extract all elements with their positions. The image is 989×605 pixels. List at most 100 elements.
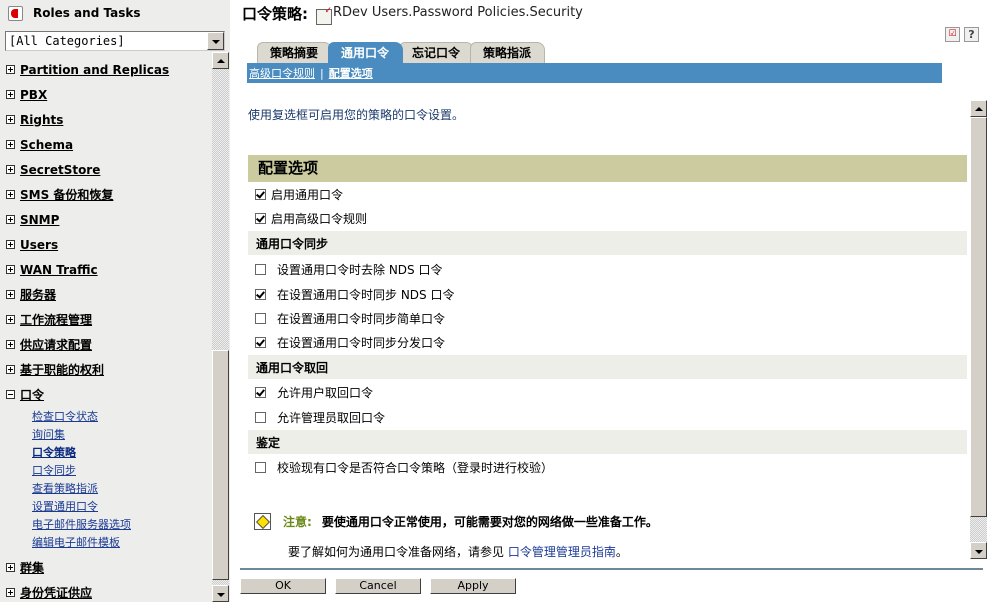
scroll-down-button[interactable] (970, 542, 987, 559)
tree-node-label[interactable]: 口令 (20, 386, 44, 403)
expand-icon[interactable] (6, 140, 15, 149)
admin-guide-link[interactable]: 口令管理管理员指南 (508, 545, 616, 559)
tree-node-label[interactable]: SNMP (20, 213, 59, 227)
tree-subitem-label[interactable]: 查看策略指派 (32, 480, 98, 496)
expand-icon[interactable] (6, 588, 15, 597)
tree-node-label[interactable]: Users (20, 238, 58, 252)
intro-text: 使用复选框可启用您的策略的口令设置。 (248, 108, 465, 122)
tab[interactable]: 通用口令 (328, 42, 404, 63)
category-dropdown-button[interactable] (207, 32, 224, 50)
tree-subitem-label[interactable]: 口令策略 (32, 444, 76, 460)
tree-subitem[interactable]: 询问集 (0, 425, 212, 443)
tree-node[interactable]: 群集 (0, 555, 212, 580)
password-policy-icon (316, 6, 332, 25)
tree-node[interactable]: 服务器 (0, 282, 212, 307)
tab[interactable]: 忘记口令 (399, 42, 475, 63)
tree-node-label[interactable]: Partition and Replicas (20, 63, 169, 77)
scroll-thumb[interactable] (212, 350, 229, 580)
subtab-advanced-rules[interactable]: 高级口令规则 (249, 65, 315, 81)
option-checkbox[interactable] (255, 336, 266, 348)
option-checkbox[interactable] (255, 386, 266, 398)
task-list-icon[interactable]: ☑ (945, 27, 960, 42)
tree-subitem[interactable]: 口令同步 (0, 461, 212, 479)
expand-icon[interactable] (6, 165, 15, 174)
tree-node-label[interactable]: 服务器 (20, 286, 56, 303)
option-checkbox[interactable] (255, 188, 266, 200)
tree-subitem-label[interactable]: 编辑电子邮件模板 (32, 534, 120, 550)
scroll-thumb[interactable] (970, 117, 987, 517)
tree-subitem[interactable]: 口令策略 (0, 443, 212, 461)
tree-node-label[interactable]: SMS 备份和恢复 (20, 186, 113, 203)
ok-button[interactable]: OK (240, 578, 326, 594)
tree-node-label[interactable]: WAN Traffic (20, 263, 98, 277)
expand-icon[interactable] (6, 90, 15, 99)
tree-node[interactable]: 身份凭证供应 (0, 580, 212, 605)
tree-node[interactable]: 口令 (0, 382, 212, 407)
tree-subitem[interactable]: 查看策略指派 (0, 479, 212, 497)
tree-subitem-label[interactable]: 电子邮件服务器选项 (32, 516, 131, 532)
tree-subitem-label[interactable]: 设置通用口令 (32, 498, 98, 514)
tree-node-label[interactable]: 基于职能的权利 (20, 361, 104, 378)
expand-icon[interactable] (6, 563, 15, 572)
expand-icon[interactable] (6, 240, 15, 249)
scroll-up-button[interactable] (212, 52, 229, 69)
tree-node-label[interactable]: Rights (20, 113, 63, 127)
tree-node-label[interactable]: Schema (20, 138, 73, 152)
expand-icon[interactable] (6, 290, 15, 299)
option-checkbox[interactable] (255, 411, 266, 423)
expand-icon[interactable] (6, 340, 15, 349)
subtab-bar: 高级口令规则 | 配置选项 (247, 63, 942, 83)
help-icon[interactable]: ? (964, 27, 979, 42)
scroll-up-button[interactable] (970, 100, 987, 117)
tree-node[interactable]: 基于职能的权利 (0, 357, 212, 382)
tree-node-label[interactable]: SecretStore (20, 163, 100, 177)
expand-icon[interactable] (6, 365, 15, 374)
tree-node[interactable]: Partition and Replicas (0, 57, 212, 82)
tab[interactable]: 策略指派 (470, 42, 546, 63)
tree-node-label[interactable]: 供应请求配置 (20, 336, 92, 353)
tree-node-label[interactable]: 工作流程管理 (20, 311, 92, 328)
subtab-config-options[interactable]: 配置选项 (329, 65, 373, 81)
expand-icon[interactable] (6, 115, 15, 124)
tree-subitem[interactable]: 电子邮件服务器选项 (0, 515, 212, 533)
tree-subitem[interactable]: 编辑电子邮件模板 (0, 533, 212, 551)
option-checkbox[interactable] (255, 461, 266, 473)
tree-node-label[interactable]: 身份凭证供应 (20, 584, 92, 601)
option-checkbox[interactable] (255, 212, 266, 224)
left-scrollbar[interactable] (212, 52, 229, 602)
tree-node[interactable]: PBX (0, 82, 212, 107)
apply-button[interactable]: Apply (430, 578, 516, 594)
tree-node[interactable]: Users (0, 232, 212, 257)
option-checkbox[interactable] (255, 288, 266, 300)
tree-node[interactable]: 工作流程管理 (0, 307, 212, 332)
tree-subitem-label[interactable]: 检查口令状态 (32, 408, 98, 424)
tree-node[interactable]: SecretStore (0, 157, 212, 182)
expand-icon[interactable] (6, 190, 15, 199)
expand-icon[interactable] (6, 215, 15, 224)
tab[interactable]: 策略摘要 (257, 42, 333, 63)
expand-icon[interactable] (6, 265, 15, 274)
option-checkbox[interactable] (255, 312, 266, 324)
expand-icon[interactable] (6, 65, 15, 74)
tree-subitem[interactable]: 设置通用口令 (0, 497, 212, 515)
expand-icon[interactable] (6, 315, 15, 324)
tree-subitem[interactable]: 检查口令状态 (0, 407, 212, 425)
tree-node[interactable]: Schema (0, 132, 212, 157)
option-label: 在设置通用口令时同步分发口令 (277, 335, 446, 350)
category-select[interactable]: [All Categories] (5, 31, 225, 51)
option-label: 在设置通用口令时同步 NDS 口令 (277, 287, 455, 302)
tree-node[interactable]: Rights (0, 107, 212, 132)
cancel-button[interactable]: Cancel (335, 578, 421, 594)
tree-node[interactable]: 供应请求配置 (0, 332, 212, 357)
tree-node[interactable]: WAN Traffic (0, 257, 212, 282)
tree-node[interactable]: SNMP (0, 207, 212, 232)
tree-subitem-label[interactable]: 口令同步 (32, 462, 76, 478)
tree-node-label[interactable]: 群集 (20, 559, 44, 576)
option-checkbox[interactable] (255, 263, 266, 275)
content-scrollbar[interactable] (970, 100, 987, 559)
collapse-icon[interactable] (6, 390, 15, 399)
tree-node[interactable]: SMS 备份和恢复 (0, 182, 212, 207)
tree-subitem-label[interactable]: 询问集 (32, 426, 65, 442)
scroll-down-button[interactable] (212, 585, 229, 602)
tree-node-label[interactable]: PBX (20, 88, 47, 102)
